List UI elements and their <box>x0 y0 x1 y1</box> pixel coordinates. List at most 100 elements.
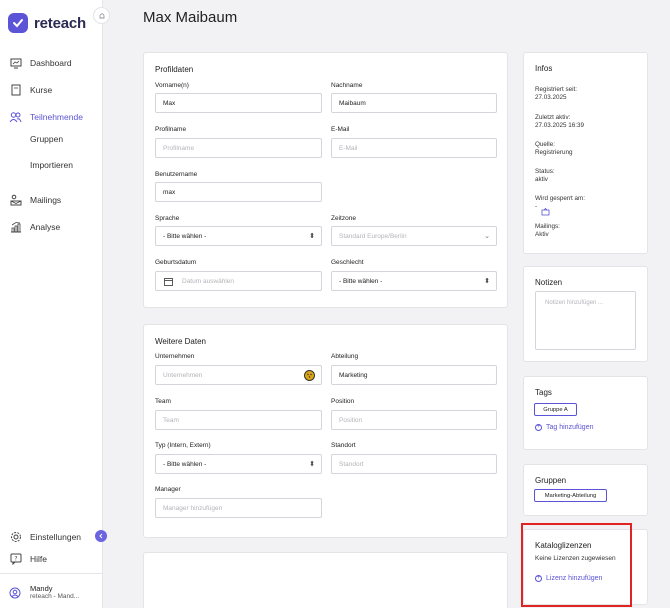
sidebar: reteach Dashboard Kurse Teilnehmende Gru… <box>0 0 103 608</box>
collapse-sidebar-button[interactable] <box>95 530 107 542</box>
aktiv-value: 27.03.2025 16:39 <box>535 122 585 129</box>
quelle-value: Registrierung <box>535 149 573 156</box>
users-icon <box>9 110 22 123</box>
zeitzone-select[interactable]: Standard Europe/Berlin ⌄ <box>331 226 497 246</box>
team-field[interactable]: Team <box>155 410 322 430</box>
sidebar-item-mailings[interactable]: Mailings <box>9 193 61 206</box>
sidebar-subitem-gruppen[interactable]: Gruppen <box>30 134 63 144</box>
typ-select[interactable]: - Bitte wählen - ⬍ <box>155 454 322 474</box>
infos-title: Infos <box>535 64 553 73</box>
sprache-label: Sprache <box>155 215 180 222</box>
mailings-label: Mailings: <box>535 223 560 230</box>
lookup-icon[interactable] <box>304 370 315 381</box>
notes-textarea[interactable]: Notizen hinzufügen ... <box>535 291 636 350</box>
profilname-field[interactable]: Profilname <box>155 138 322 158</box>
profile-card-title: Profildaten <box>155 65 194 74</box>
analytics-icon <box>9 220 22 233</box>
mailings-value: Aktiv <box>535 231 549 238</box>
position-label: Position <box>331 398 355 405</box>
sidebar-item-analyse[interactable]: Analyse <box>9 220 60 233</box>
edit-lock-date-icon[interactable] <box>541 203 550 221</box>
user-name: Mandy <box>30 584 53 593</box>
quelle-label: Quelle: <box>535 141 555 148</box>
geschlecht-label: Geschlecht <box>331 259 364 266</box>
app-name: reteach <box>34 14 86 32</box>
sidebar-item-label: Dashboard <box>30 57 72 68</box>
sidebar-subitem-importieren[interactable]: Importieren <box>30 160 73 170</box>
abteilung-field[interactable]: Marketing <box>331 365 497 385</box>
page-title: Max Maibaum <box>143 9 238 26</box>
help-icon: ? <box>9 552 22 565</box>
sidebar-item-label: Analyse <box>30 221 61 232</box>
status-value: aktiv <box>535 176 548 183</box>
geburtsdatum-placeholder: Datum auswählen <box>182 277 235 285</box>
notification-bell-icon[interactable] <box>93 7 110 24</box>
registriert-label: Registriert seit: <box>535 86 577 93</box>
groups-title: Gruppen <box>535 476 567 485</box>
status-label: Status: <box>535 168 555 175</box>
vorname-label: Vorname(n) <box>155 82 189 89</box>
benutzername-label: Benutzername <box>155 171 198 178</box>
gear-icon <box>9 530 22 543</box>
geschlecht-select[interactable]: - Bitte wählen - ⬍ <box>331 271 497 291</box>
benutzername-field[interactable]: max <box>155 182 322 202</box>
empty-card <box>143 552 508 608</box>
dashboard-icon <box>9 56 22 69</box>
email-field[interactable]: E-Mail <box>331 138 497 158</box>
geschlecht-value: - Bitte wählen - <box>339 277 383 285</box>
standort-field[interactable]: Standort <box>331 454 497 474</box>
zeitzone-value: Standard Europe/Berlin <box>339 232 407 240</box>
abteilung-label: Abteilung <box>331 353 359 360</box>
user-org: reteach - Mand... <box>30 593 80 600</box>
add-tag-label: Tag hinzufügen <box>546 424 594 431</box>
position-field[interactable]: Position <box>331 410 497 430</box>
select-arrows-icon: ⬍ <box>484 278 490 285</box>
user-menu[interactable]: Mandy reteach - Mand... <box>0 573 103 608</box>
aktiv-label: Zuletzt aktiv: <box>535 114 571 121</box>
sidebar-item-einstellungen[interactable]: Einstellungen <box>9 530 81 543</box>
nachname-field[interactable]: Maibaum <box>331 93 497 113</box>
sprache-select[interactable]: - Bitte wählen - ⬍ <box>155 226 322 246</box>
book-icon <box>9 83 22 96</box>
mailings-icon <box>9 193 22 206</box>
gesperrt-label: Wird gesperrt am: <box>535 195 586 202</box>
sidebar-item-label: Einstellungen <box>30 531 82 542</box>
nachname-label: Nachname <box>331 82 363 89</box>
calendar-icon <box>164 277 173 286</box>
sidebar-item-label: Teilnehmende <box>30 111 83 122</box>
typ-label: Typ (Intern, Extern) <box>155 442 211 449</box>
tags-title: Tags <box>535 388 552 397</box>
reteach-logo-icon <box>8 13 28 33</box>
notes-title: Notizen <box>535 278 563 287</box>
registriert-value: 27.03.2025 <box>535 94 567 101</box>
manager-field[interactable]: Manager hinzufügen <box>155 498 322 518</box>
sidebar-item-label: Mailings <box>30 194 62 205</box>
sprache-value: - Bitte wählen - <box>163 232 207 240</box>
gesperrt-value: - <box>535 203 538 210</box>
email-label: E-Mail <box>331 126 350 133</box>
unternehmen-placeholder: Unternehmen <box>163 371 203 379</box>
sidebar-item-dashboard[interactable]: Dashboard <box>9 56 72 69</box>
vorname-field[interactable]: Max <box>155 93 322 113</box>
tag-chip[interactable]: Gruppe A <box>534 403 577 416</box>
highlight-box <box>521 523 632 607</box>
add-tag-link[interactable]: + Tag hinzufügen <box>535 424 593 431</box>
sidebar-item-teilnehmende[interactable]: Teilnehmende <box>9 110 83 123</box>
sidebar-item-kurse[interactable]: Kurse <box>9 83 52 96</box>
group-chip[interactable]: Marketing-Abteilung <box>534 489 607 502</box>
svg-text:?: ? <box>14 555 17 562</box>
select-arrows-icon: ⬍ <box>309 461 315 468</box>
select-arrows-icon: ⬍ <box>309 233 315 240</box>
sidebar-item-hilfe[interactable]: ? Hilfe <box>9 552 47 565</box>
typ-value: - Bitte wählen - <box>163 460 207 468</box>
standort-label: Standort <box>331 442 356 449</box>
geburtsdatum-field[interactable]: Datum auswählen <box>155 271 322 291</box>
more-data-card: Weitere Daten Unternehmen Unternehmen Ab… <box>143 324 508 538</box>
unternehmen-label: Unternehmen <box>155 353 195 360</box>
more-data-card-title: Weitere Daten <box>155 337 206 346</box>
zeitzone-label: Zeitzone <box>331 215 356 222</box>
profile-card: Profildaten Vorname(n) Max Nachname Maib… <box>143 52 508 308</box>
logo[interactable]: reteach <box>8 13 86 33</box>
team-label: Team <box>155 398 171 405</box>
unternehmen-field[interactable]: Unternehmen <box>155 365 322 385</box>
